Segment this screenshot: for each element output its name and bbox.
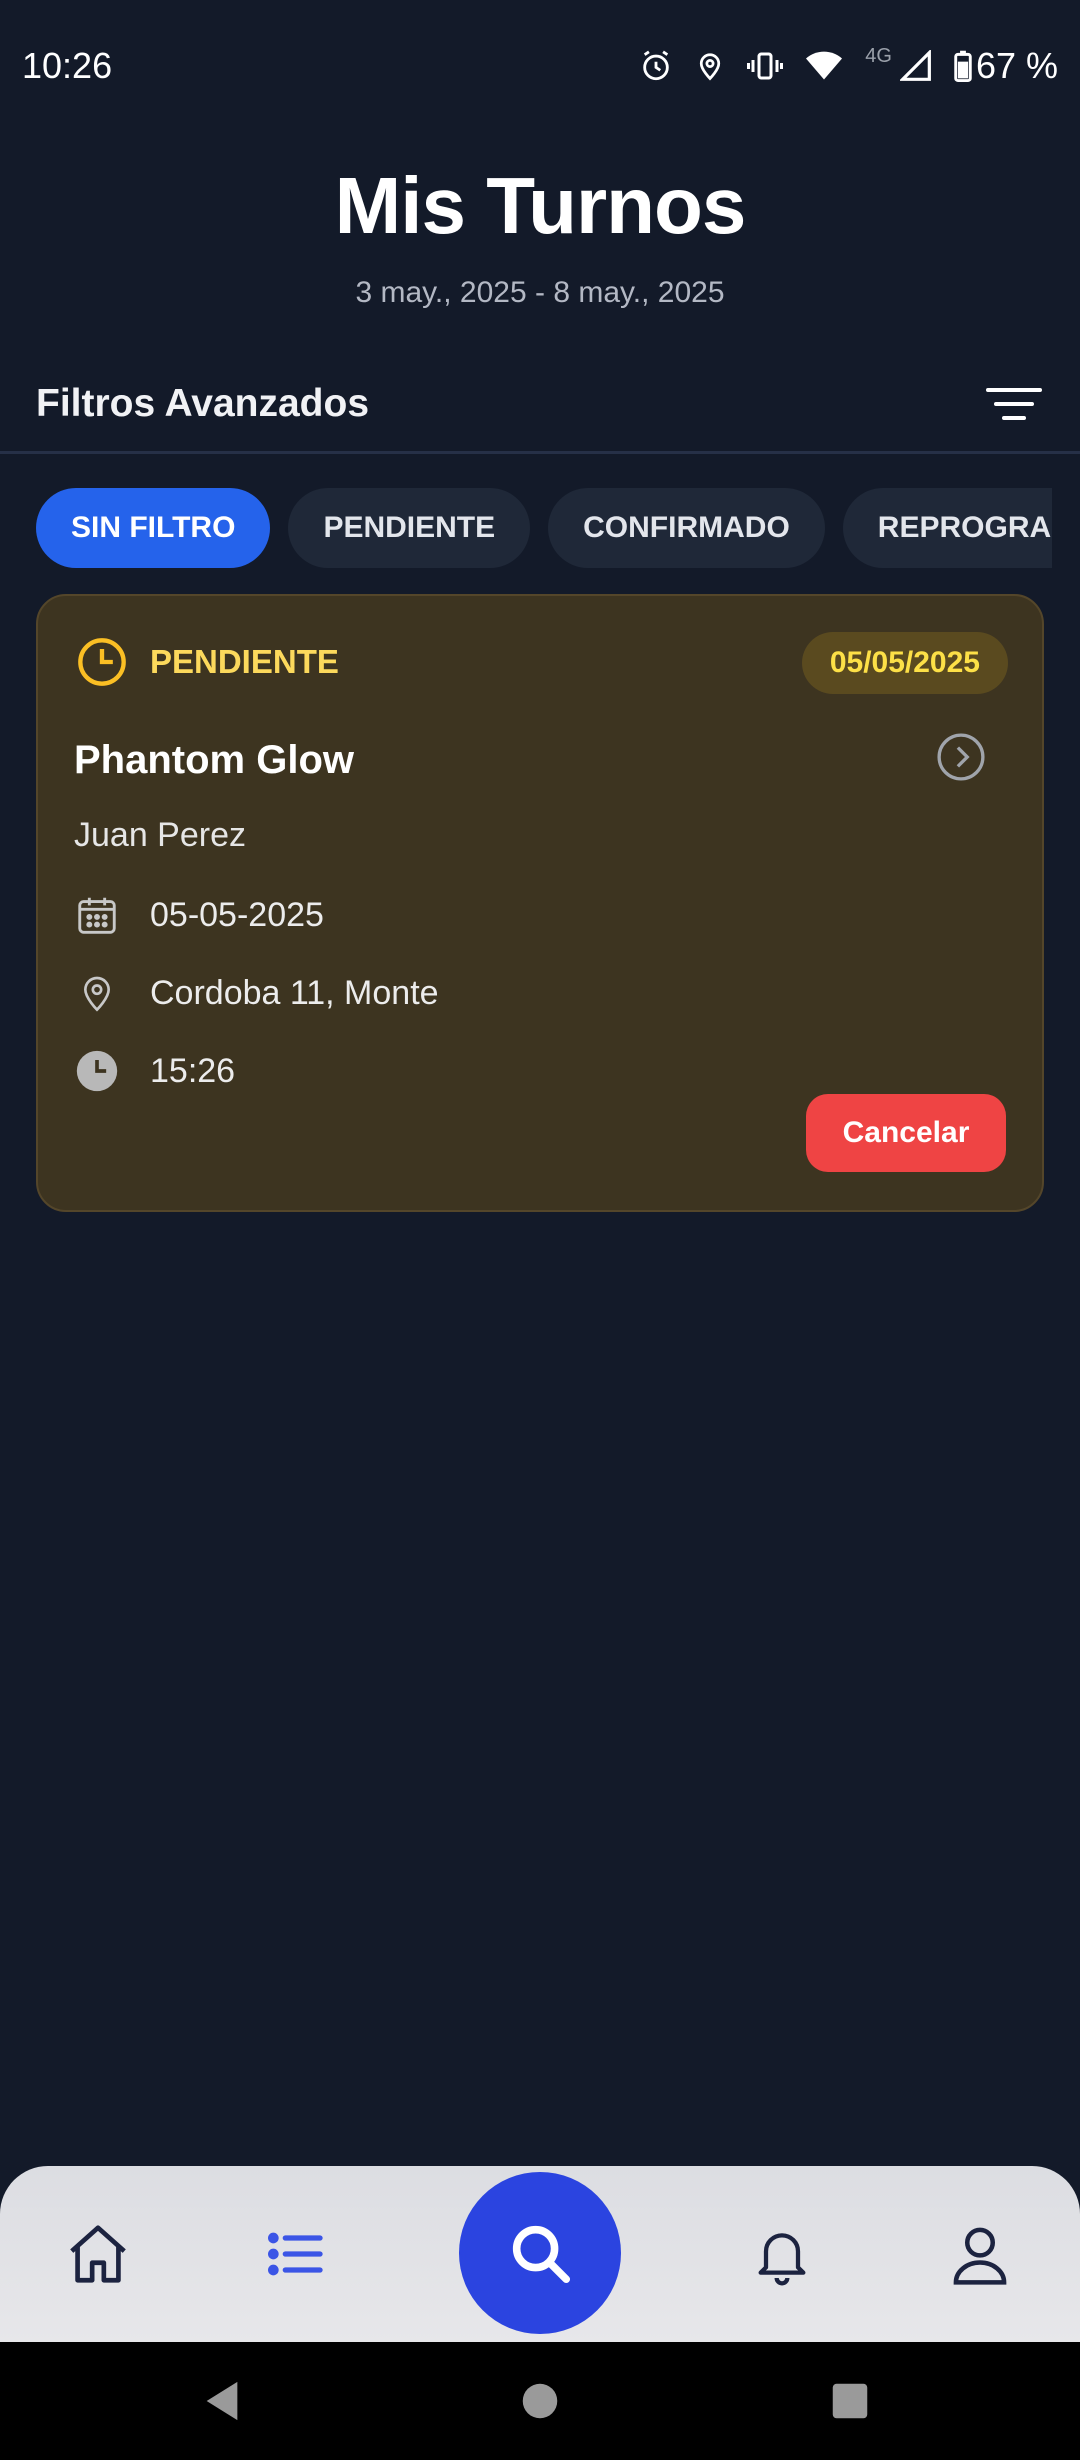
system-nav: [0, 2342, 1080, 2460]
clock-icon: [78, 638, 126, 686]
cancel-button[interactable]: Cancelar: [806, 1094, 1006, 1172]
bell-icon: [758, 2233, 806, 2286]
signal-icon: [899, 50, 931, 81]
business-name: Phantom Glow: [74, 738, 354, 782]
user-icon: [953, 2227, 1007, 2285]
back-icon[interactable]: [202, 2378, 242, 2424]
time-row: 15:26: [74, 1048, 235, 1094]
appointment-card[interactable]: PENDIENTE 05/05/2025 Phantom Glow Juan P…: [36, 594, 1044, 1212]
chip-pendiente[interactable]: PENDIENTE: [288, 488, 531, 568]
client-name: Juan Perez: [74, 816, 246, 854]
page-title: Mis Turnos: [334, 161, 747, 250]
status-filter-chips: SIN FILTRO PENDIENTE CONFIRMADO REPROGRA…: [36, 488, 1052, 568]
status-label: PENDIENTE: [150, 643, 339, 680]
home-icon: [70, 2225, 126, 2283]
wifi-icon: [806, 51, 843, 80]
filters-header: Filtros Avanzados: [36, 372, 1044, 436]
screen: 10:26 4G 67 % Mis Turnos 3 may., 2025 - …: [0, 0, 1080, 2460]
time-icon: [76, 1050, 118, 1092]
chip-confirmado[interactable]: CONFIRMADO: [548, 488, 825, 568]
chip-sin-filtro[interactable]: SIN FILTRO: [36, 488, 271, 568]
recents-icon[interactable]: [830, 2378, 870, 2424]
status-bar: 10:26 4G 67 %: [0, 0, 1080, 132]
home-button-icon[interactable]: [520, 2378, 560, 2424]
date-badge: 05/05/2025: [801, 632, 1008, 694]
network-type: 4G: [865, 44, 892, 67]
calendar-icon: [78, 897, 116, 934]
date-range: 3 may., 2025 - 8 may., 2025: [355, 276, 725, 309]
chip-reprogramado[interactable]: REPROGRAMADO: [842, 488, 1052, 568]
battery: 67 %: [954, 45, 1058, 87]
battery-icon: [954, 50, 972, 82]
search-icon: [512, 2225, 571, 2284]
bottom-nav: [0, 2166, 1080, 2342]
appointment-time: 15:26: [150, 1051, 236, 1090]
divider: [0, 451, 1080, 454]
vibrate-icon: [747, 52, 784, 80]
status-time: 10:26: [22, 45, 113, 86]
date-row: 05-05-2025: [74, 892, 324, 938]
battery-level: 67 %: [975, 45, 1058, 86]
status-icons: 4G 67 %: [639, 45, 1058, 87]
location-pin-icon: [83, 976, 111, 1012]
filters-title: Filtros Avanzados: [36, 382, 370, 425]
filter-icon[interactable]: [984, 382, 1044, 426]
list-icon: [268, 2232, 323, 2276]
nav-search[interactable]: [459, 2172, 621, 2334]
alarm-icon: [643, 50, 669, 81]
appointment-date: 05-05-2025: [150, 895, 324, 934]
nav-profile[interactable]: [944, 2218, 1016, 2290]
address-row: Cordoba 11, Monte: [74, 970, 439, 1016]
nav-notifications[interactable]: [746, 2218, 818, 2290]
nav-home[interactable]: [62, 2218, 134, 2290]
location-icon: [700, 53, 721, 81]
chevron-right-icon[interactable]: [936, 732, 986, 782]
appointment-address: Cordoba 11, Monte: [150, 973, 439, 1012]
nav-list[interactable]: [260, 2218, 332, 2290]
appointment-status: PENDIENTE: [76, 636, 339, 688]
